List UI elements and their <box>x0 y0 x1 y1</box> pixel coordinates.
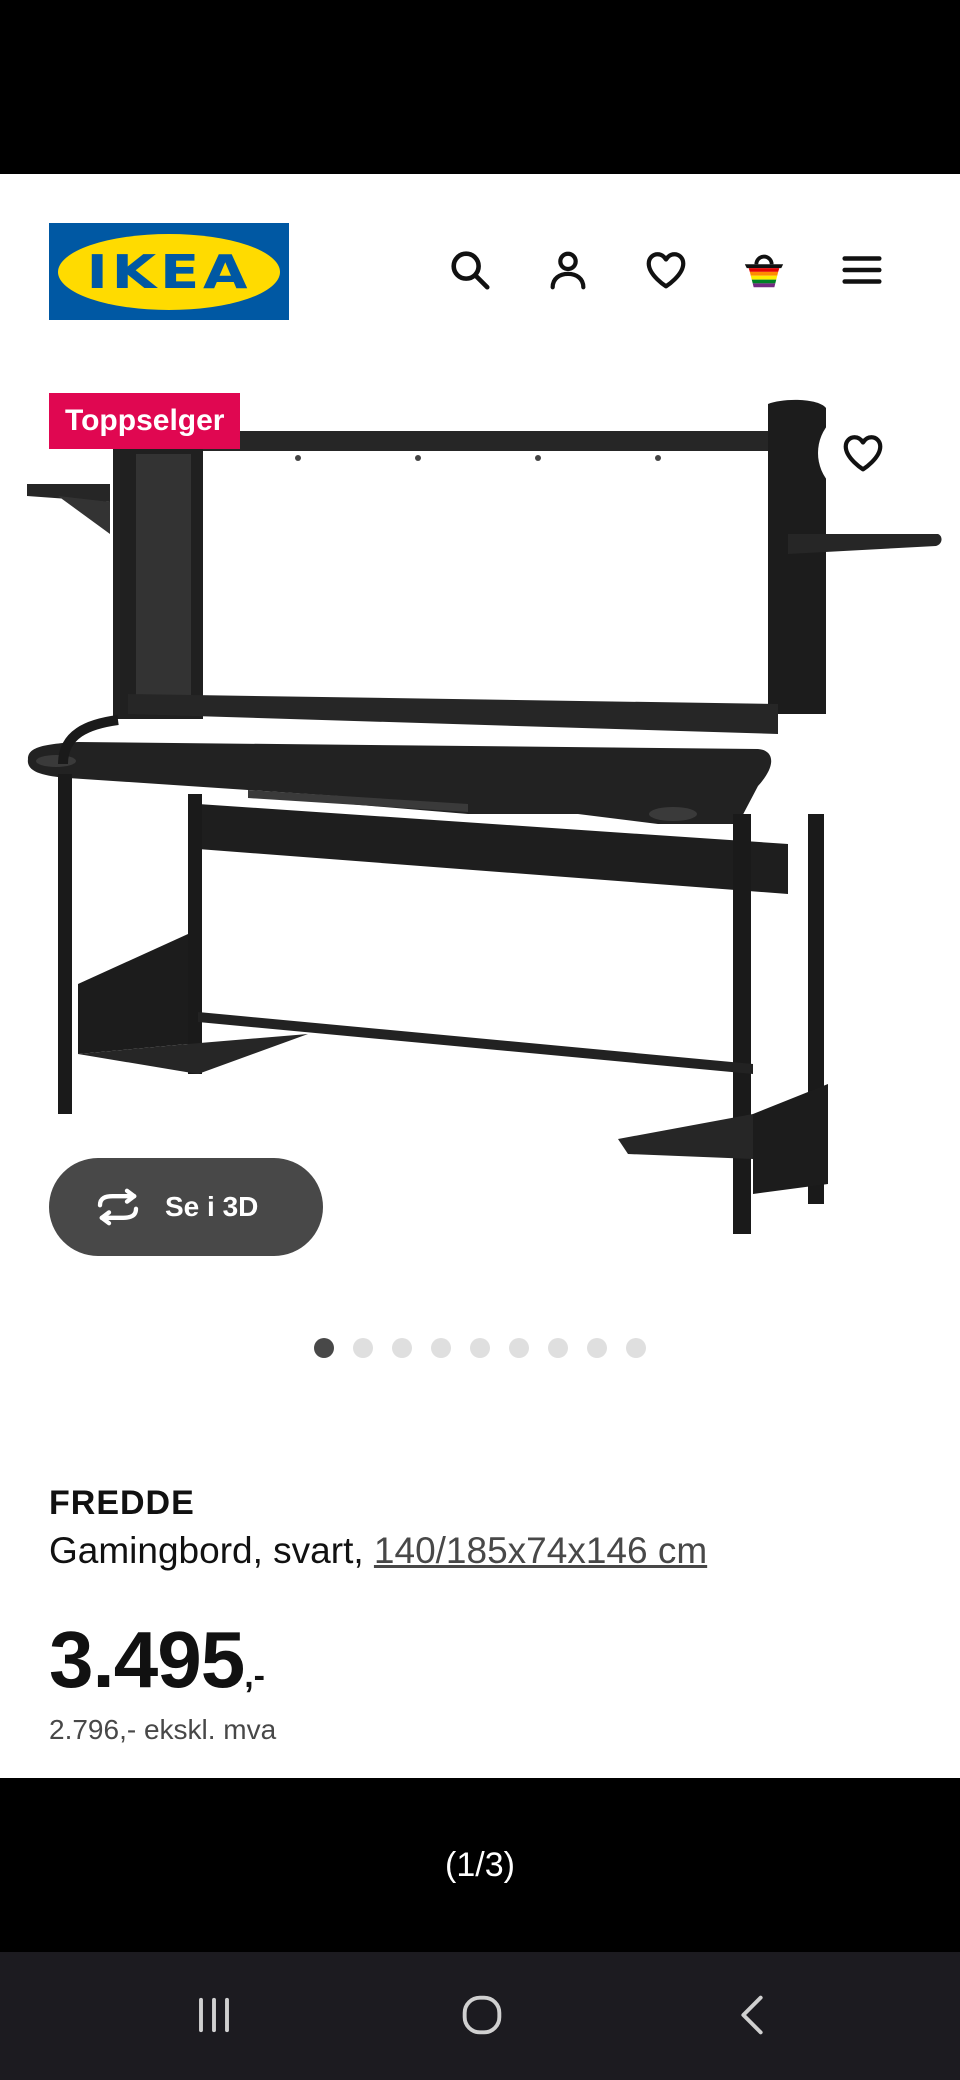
price-ex-vat: 2.796,- ekskl. mva <box>49 1714 277 1745</box>
product-description: Gamingbord, svart, 140/185x74x146 cm <box>49 1530 707 1572</box>
favorite-button[interactable] <box>818 408 908 498</box>
price-suffix: ,- <box>244 1657 265 1695</box>
menu-icon[interactable] <box>834 242 890 298</box>
top-seller-badge: Toppselger <box>49 393 241 449</box>
product-name: FREDDE <box>49 1484 195 1522</box>
status-bar <box>0 0 960 174</box>
header: IKEA <box>0 174 960 326</box>
view-in-3d-button[interactable]: Se i 3D <box>49 1158 323 1256</box>
price: 3.495,- <box>49 1614 265 1706</box>
pagination-dot[interactable] <box>314 1338 334 1358</box>
product-image[interactable] <box>18 394 948 1234</box>
rotate-3d-icon <box>97 1188 139 1226</box>
back-icon[interactable] <box>712 1980 792 2050</box>
search-icon[interactable] <box>442 242 498 298</box>
pagination-dot[interactable] <box>353 1338 373 1358</box>
pagination-dot[interactable] <box>392 1338 412 1358</box>
pagination-dot[interactable] <box>431 1338 451 1358</box>
heart-icon <box>843 435 883 472</box>
product-page: IKEA Toppselger Se i 3D FREDDE Gamingbor… <box>0 174 960 1778</box>
system-nav-bar <box>0 1952 960 2080</box>
caption-bar: (1/3) <box>0 1778 960 1952</box>
pagination-dot[interactable] <box>587 1338 607 1358</box>
price-main: 3.495 <box>49 1615 245 1704</box>
pagination-dot[interactable] <box>509 1338 529 1358</box>
pagination-dot[interactable] <box>626 1338 646 1358</box>
product-dimensions-link[interactable]: 140/185x74x146 cm <box>374 1530 707 1571</box>
basket-icon[interactable] <box>736 242 792 298</box>
pagination-dot[interactable] <box>470 1338 490 1358</box>
user-icon[interactable] <box>540 242 596 298</box>
home-icon[interactable] <box>442 1980 522 2050</box>
recent-apps-icon[interactable] <box>174 1980 254 2050</box>
heart-icon[interactable] <box>638 242 694 298</box>
view-in-3d-label: Se i 3D <box>165 1191 259 1222</box>
pagination-dot[interactable] <box>548 1338 568 1358</box>
product-type: Gamingbord, svart, <box>49 1530 364 1571</box>
image-pagination <box>314 1338 654 1362</box>
header-icons <box>0 242 960 302</box>
page-counter: (1/3) <box>445 1845 515 1884</box>
